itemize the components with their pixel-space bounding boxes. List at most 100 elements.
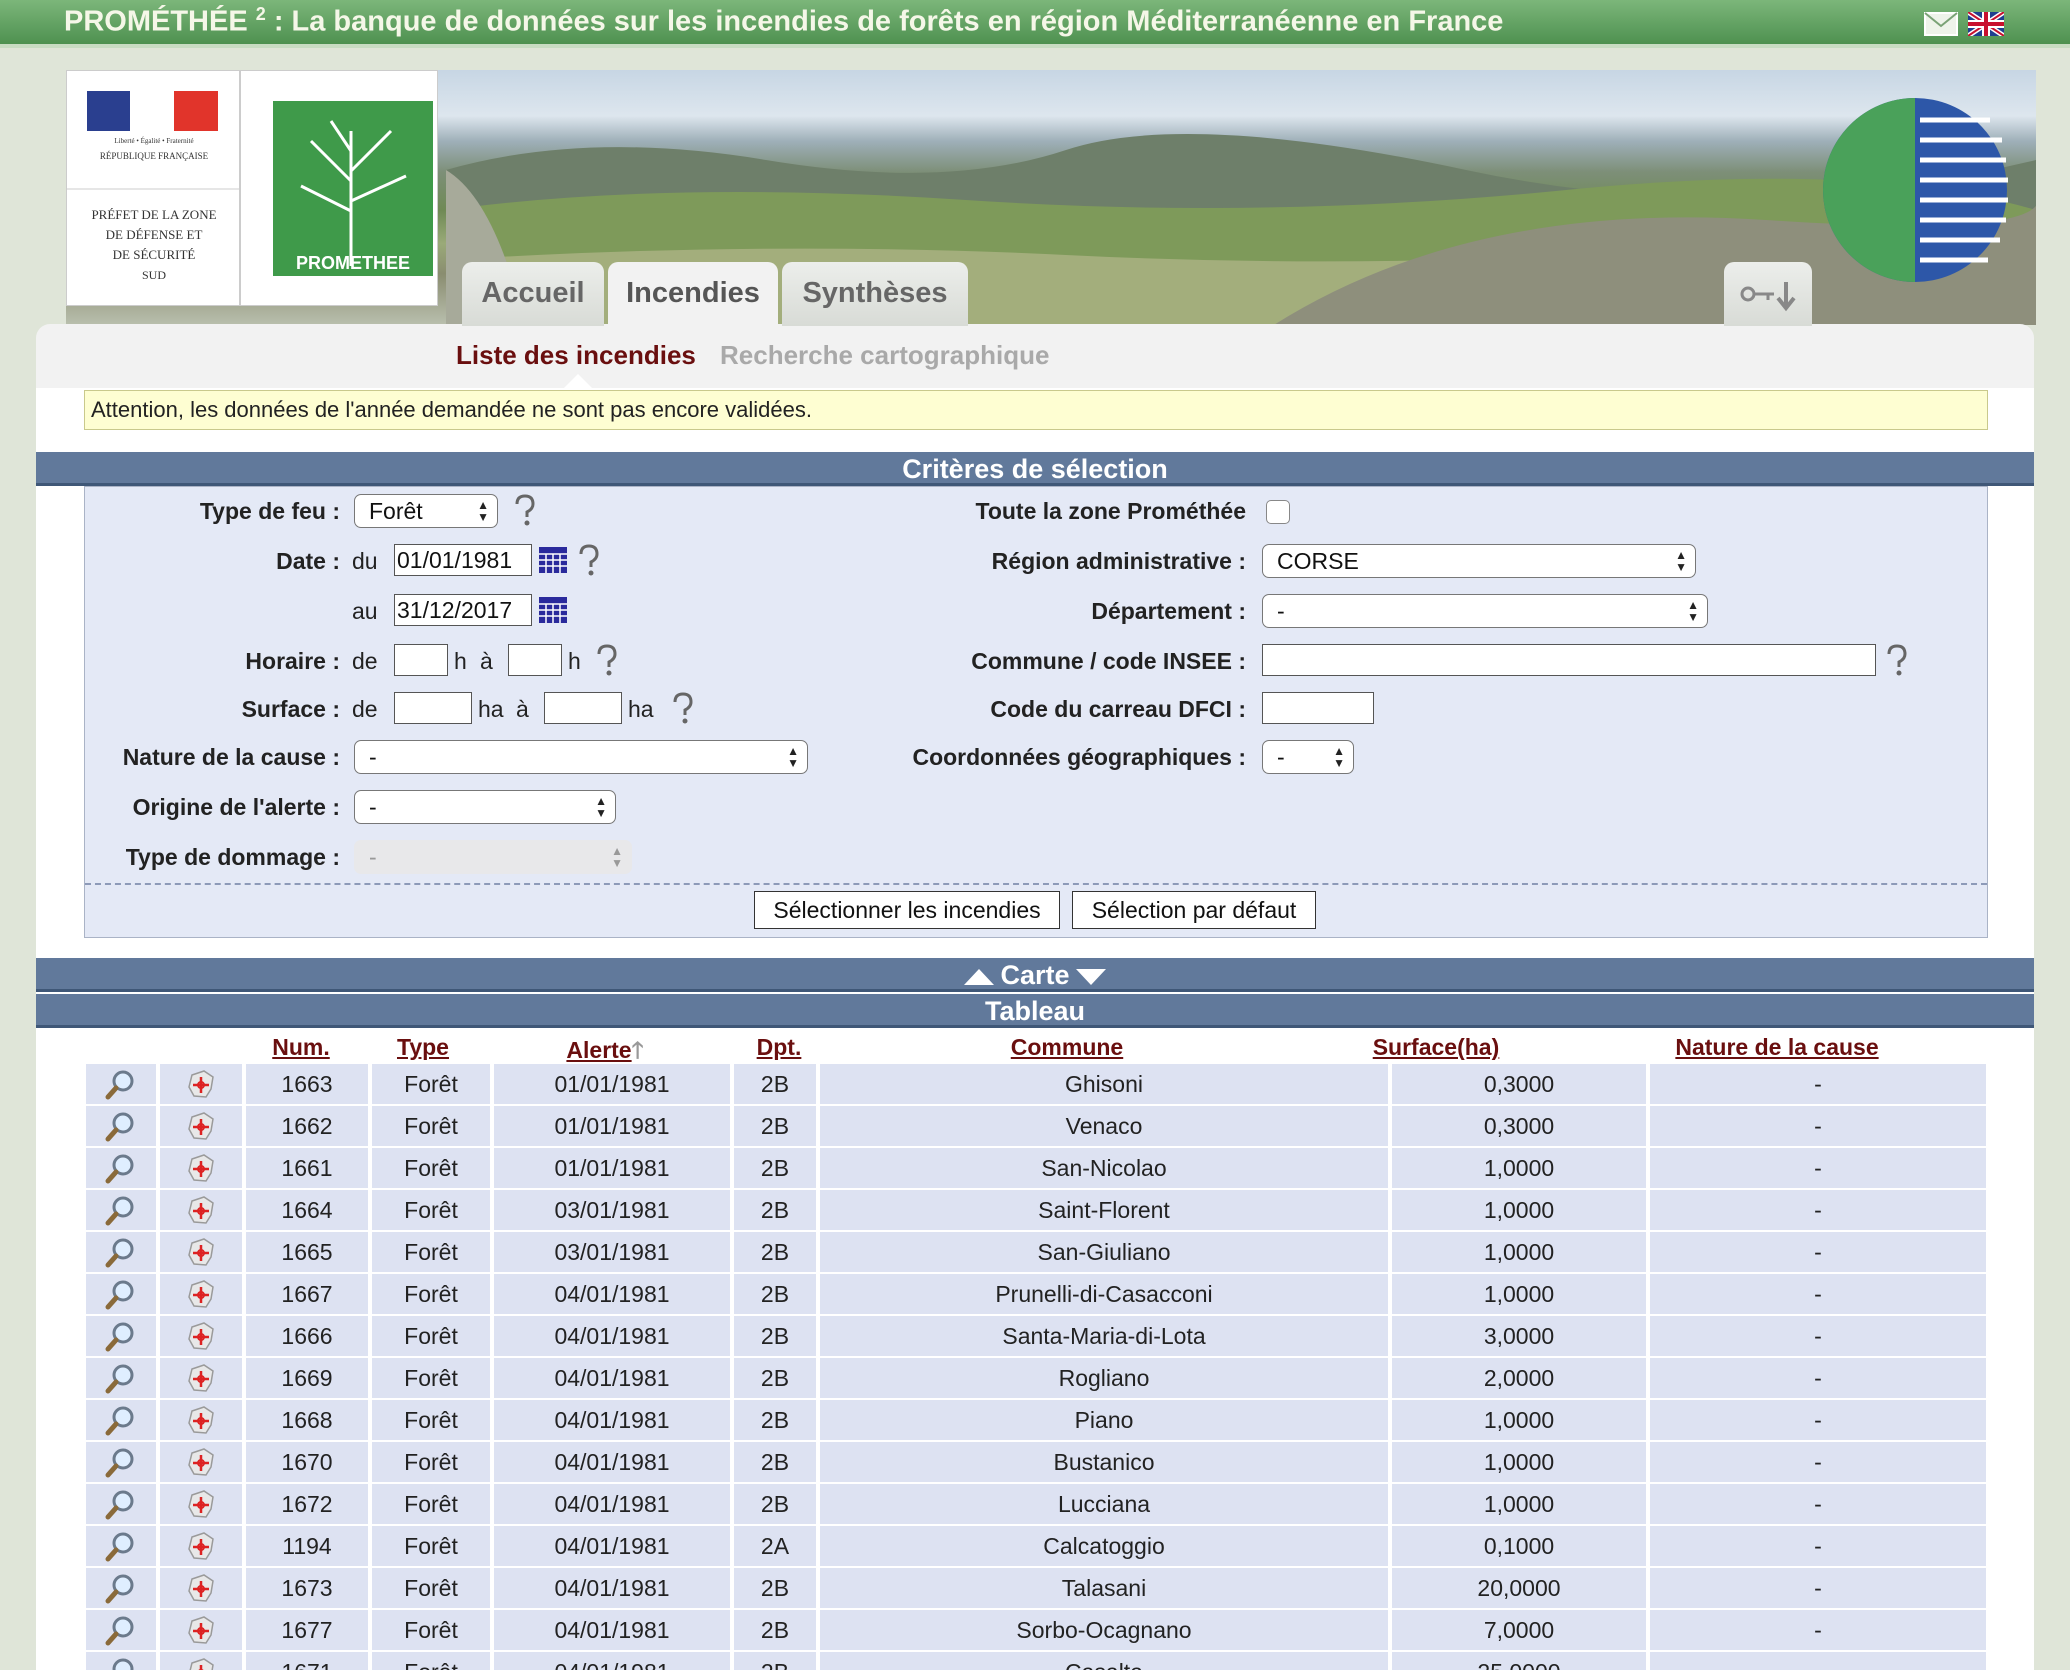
france-map-icon[interactable] <box>184 1487 218 1521</box>
magnifier-icon[interactable] <box>104 1487 138 1521</box>
france-map-icon[interactable] <box>184 1361 218 1395</box>
france-map-icon[interactable] <box>184 1613 218 1647</box>
tab-syntheses[interactable]: Synthèses <box>782 262 968 326</box>
france-map-icon[interactable] <box>184 1193 218 1227</box>
toute-zone-checkbox[interactable] <box>1266 500 1290 524</box>
magnifier-icon[interactable] <box>104 1613 138 1647</box>
tab-incendies[interactable]: Incendies <box>608 262 778 332</box>
magnifier-icon[interactable] <box>104 1067 138 1101</box>
coords-select[interactable]: - ▲ ▼ <box>1262 740 1354 774</box>
carreau-input[interactable] <box>1262 692 1374 724</box>
date-from-input[interactable]: 01/01/1981 <box>394 544 532 576</box>
zoom-icon-cell[interactable] <box>86 1316 156 1356</box>
type-feu-select[interactable]: Forêt ▲ ▼ <box>354 494 498 528</box>
help-icon[interactable] <box>576 544 602 576</box>
map-icon-cell[interactable] <box>160 1358 242 1398</box>
default-selection-button[interactable]: Sélection par défaut <box>1072 891 1316 929</box>
map-icon-cell[interactable] <box>160 1064 242 1104</box>
date-to-input[interactable]: 31/12/2017 <box>394 594 532 626</box>
map-icon-cell[interactable] <box>160 1316 242 1356</box>
expand-up-icon[interactable] <box>964 968 995 985</box>
subnav-recherche-cartographique[interactable]: Recherche cartographique <box>720 340 1049 371</box>
map-icon-cell[interactable] <box>160 1148 242 1188</box>
zoom-icon-cell[interactable] <box>86 1610 156 1650</box>
help-icon[interactable] <box>512 494 538 526</box>
zoom-icon-cell[interactable] <box>86 1358 156 1398</box>
help-icon[interactable] <box>670 692 696 724</box>
region-select[interactable]: CORSE ▲ ▼ <box>1262 544 1696 578</box>
france-map-icon[interactable] <box>184 1109 218 1143</box>
map-icon-cell[interactable] <box>160 1190 242 1230</box>
col-dpt[interactable]: Dpt. <box>732 1034 826 1061</box>
map-icon-cell[interactable] <box>160 1652 242 1670</box>
departement-select[interactable]: - ▲ ▼ <box>1262 594 1708 628</box>
magnifier-icon[interactable] <box>104 1445 138 1479</box>
france-map-icon[interactable] <box>184 1067 218 1101</box>
help-icon[interactable] <box>1884 644 1910 676</box>
france-map-icon[interactable] <box>184 1571 218 1605</box>
france-map-icon[interactable] <box>184 1403 218 1437</box>
magnifier-icon[interactable] <box>104 1361 138 1395</box>
zoom-icon-cell[interactable] <box>86 1526 156 1566</box>
tab-accueil[interactable]: Accueil <box>462 262 604 326</box>
select-fires-button[interactable]: Sélectionner les incendies <box>754 891 1060 929</box>
magnifier-icon[interactable] <box>104 1529 138 1563</box>
col-num[interactable]: Num. <box>246 1034 356 1061</box>
subnav-liste-incendies[interactable]: Liste des incendies <box>456 340 696 371</box>
zoom-icon-cell[interactable] <box>86 1064 156 1104</box>
horaire-from-input[interactable] <box>394 644 448 676</box>
zoom-icon-cell[interactable] <box>86 1484 156 1524</box>
magnifier-icon[interactable] <box>104 1235 138 1269</box>
zoom-icon-cell[interactable] <box>86 1106 156 1146</box>
zoom-icon-cell[interactable] <box>86 1442 156 1482</box>
france-map-icon[interactable] <box>184 1235 218 1269</box>
origine-alerte-select[interactable]: - ▲ ▼ <box>354 790 616 824</box>
map-icon-cell[interactable] <box>160 1526 242 1566</box>
col-nature-cause[interactable]: Nature de la cause <box>1570 1034 1984 1061</box>
magnifier-icon[interactable] <box>104 1151 138 1185</box>
magnifier-icon[interactable] <box>104 1193 138 1227</box>
france-map-icon[interactable] <box>184 1529 218 1563</box>
horaire-to-input[interactable] <box>508 644 562 676</box>
carte-header[interactable]: Carte <box>36 958 2034 992</box>
zoom-icon-cell[interactable] <box>86 1568 156 1608</box>
map-icon-cell[interactable] <box>160 1400 242 1440</box>
calendar-icon[interactable] <box>538 546 568 574</box>
login-key-tab[interactable] <box>1724 262 1812 326</box>
magnifier-icon[interactable] <box>104 1403 138 1437</box>
zoom-icon-cell[interactable] <box>86 1148 156 1188</box>
zoom-icon-cell[interactable] <box>86 1274 156 1314</box>
magnifier-icon[interactable] <box>104 1319 138 1353</box>
france-map-icon[interactable] <box>184 1655 218 1670</box>
zoom-icon-cell[interactable] <box>86 1232 156 1272</box>
map-icon-cell[interactable] <box>160 1274 242 1314</box>
map-icon-cell[interactable] <box>160 1106 242 1146</box>
uk-flag-icon[interactable] <box>1968 12 2004 36</box>
col-type[interactable]: Type <box>368 1034 478 1061</box>
map-icon-cell[interactable] <box>160 1484 242 1524</box>
france-map-icon[interactable] <box>184 1319 218 1353</box>
calendar-icon[interactable] <box>538 596 568 624</box>
surface-to-input[interactable] <box>544 692 622 724</box>
col-commune[interactable]: Commune <box>832 1034 1302 1061</box>
surface-from-input[interactable] <box>394 692 472 724</box>
france-map-icon[interactable] <box>184 1277 218 1311</box>
col-surface[interactable]: Surface(ha) <box>1308 1034 1564 1061</box>
zoom-icon-cell[interactable] <box>86 1400 156 1440</box>
france-map-icon[interactable] <box>184 1151 218 1185</box>
commune-input[interactable] <box>1262 644 1876 676</box>
help-icon[interactable] <box>594 644 620 676</box>
nature-cause-select[interactable]: - ▲ ▼ <box>354 740 808 774</box>
map-icon-cell[interactable] <box>160 1568 242 1608</box>
magnifier-icon[interactable] <box>104 1655 138 1670</box>
magnifier-icon[interactable] <box>104 1571 138 1605</box>
mail-icon[interactable] <box>1924 12 1958 36</box>
expand-down-icon[interactable] <box>1075 968 1106 985</box>
map-icon-cell[interactable] <box>160 1610 242 1650</box>
map-icon-cell[interactable] <box>160 1442 242 1482</box>
france-map-icon[interactable] <box>184 1445 218 1479</box>
zoom-icon-cell[interactable] <box>86 1652 156 1670</box>
zoom-icon-cell[interactable] <box>86 1190 156 1230</box>
magnifier-icon[interactable] <box>104 1109 138 1143</box>
magnifier-icon[interactable] <box>104 1277 138 1311</box>
